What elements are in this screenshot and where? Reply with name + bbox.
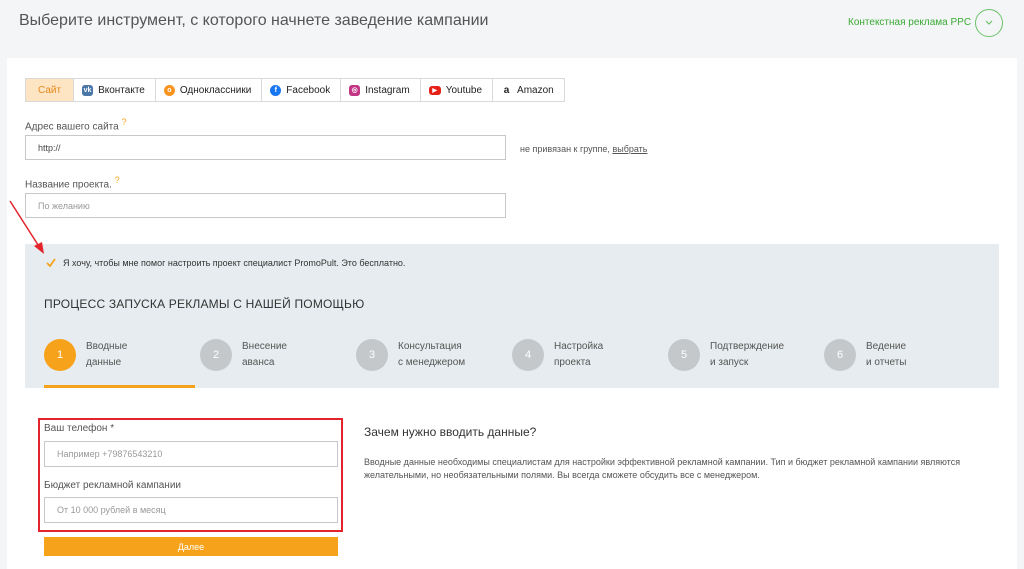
step-number: 6 — [824, 339, 856, 371]
tab-label: Youtube — [445, 84, 483, 96]
tab-site[interactable]: Сайт — [25, 78, 75, 102]
phone-label: Ваш телефон * — [44, 423, 115, 434]
site-url-label: Адрес вашего сайта ? — [25, 117, 127, 133]
info-title: Зачем нужно вводить данные? — [364, 425, 537, 439]
tab-label: Instagram — [365, 84, 410, 96]
step-number: 1 — [44, 339, 76, 371]
project-name-label: Название проекта. ? — [25, 175, 120, 191]
tab-youtube[interactable]: ▶ Youtube — [420, 78, 494, 102]
ok-icon: о — [163, 84, 175, 96]
checkmark-icon[interactable] — [45, 257, 57, 269]
step-number: 5 — [668, 339, 700, 371]
step-label: Консультация с менеджером — [398, 341, 466, 368]
top-bar: Выберите инструмент, с которого начнете … — [0, 0, 1024, 46]
tab-label: Одноклассники — [179, 84, 252, 96]
budget-input[interactable]: От 10 000 рублей в месяц — [44, 497, 338, 523]
page-title: Выберите инструмент, с которого начнете … — [19, 12, 489, 29]
facebook-icon: f — [270, 84, 282, 96]
help-icon[interactable]: ? — [121, 117, 126, 127]
help-icon[interactable]: ? — [115, 175, 120, 185]
tab-odnoklassniki[interactable]: о Одноклассники — [155, 78, 263, 102]
info-text: Вводные данные необходимы специалистам д… — [364, 457, 961, 480]
step-label: Подтверждение и запуск — [710, 341, 785, 368]
tab-instagram[interactable]: ◎ Instagram — [341, 78, 421, 102]
group-binding: не привязан к группе, выбрать — [520, 144, 647, 154]
tool-tabs: Сайт vk Вконтакте о Одноклассники f Face… — [25, 78, 565, 102]
vk-icon: vk — [82, 84, 94, 96]
tab-label: Amazon — [517, 84, 554, 96]
project-name-input[interactable]: По желанию — [25, 193, 506, 218]
tab-label: Facebook — [286, 84, 331, 96]
step-label: Внесение аванса — [242, 341, 287, 368]
step-label: Ведение и отчеты — [866, 341, 907, 368]
process-title: ПРОЦЕСС ЗАПУСКА РЕКЛАМЫ С НАШЕЙ ПОМОЩЬЮ — [44, 297, 365, 311]
ppc-label[interactable]: Контекстная реклама PPC — [848, 17, 971, 28]
chevron-down-icon — [985, 20, 993, 25]
select-group-link[interactable]: выбрать — [612, 144, 647, 154]
group-status: не привязан к группе, — [520, 144, 610, 154]
youtube-icon: ▶ — [428, 85, 441, 95]
amazon-icon: a — [501, 84, 513, 96]
ppc-toggle-button[interactable] — [975, 9, 1003, 37]
step-number: 4 — [512, 339, 544, 371]
tab-label: Сайт — [38, 84, 62, 96]
active-step-indicator — [44, 385, 195, 388]
tab-vkontakte[interactable]: vk Вконтакте — [74, 78, 156, 102]
instagram-icon: ◎ — [349, 84, 361, 96]
budget-label: Бюджет рекламной кампании — [44, 480, 181, 491]
next-button[interactable]: Далее — [44, 537, 338, 556]
phone-input[interactable]: Например +79876543210 — [44, 441, 338, 467]
step-label: Вводные данные — [86, 341, 128, 368]
site-url-input[interactable]: http:// — [25, 135, 506, 160]
tab-facebook[interactable]: f Facebook — [262, 78, 342, 102]
consent-text[interactable]: Я хочу, чтобы мне помог настроить проект… — [63, 258, 405, 268]
step-label: Настройка проекта — [554, 341, 604, 368]
tab-label: Вконтакте — [98, 84, 145, 96]
tab-amazon[interactable]: a Amazon — [493, 78, 565, 102]
step-number: 3 — [356, 339, 388, 371]
step-number: 2 — [200, 339, 232, 371]
